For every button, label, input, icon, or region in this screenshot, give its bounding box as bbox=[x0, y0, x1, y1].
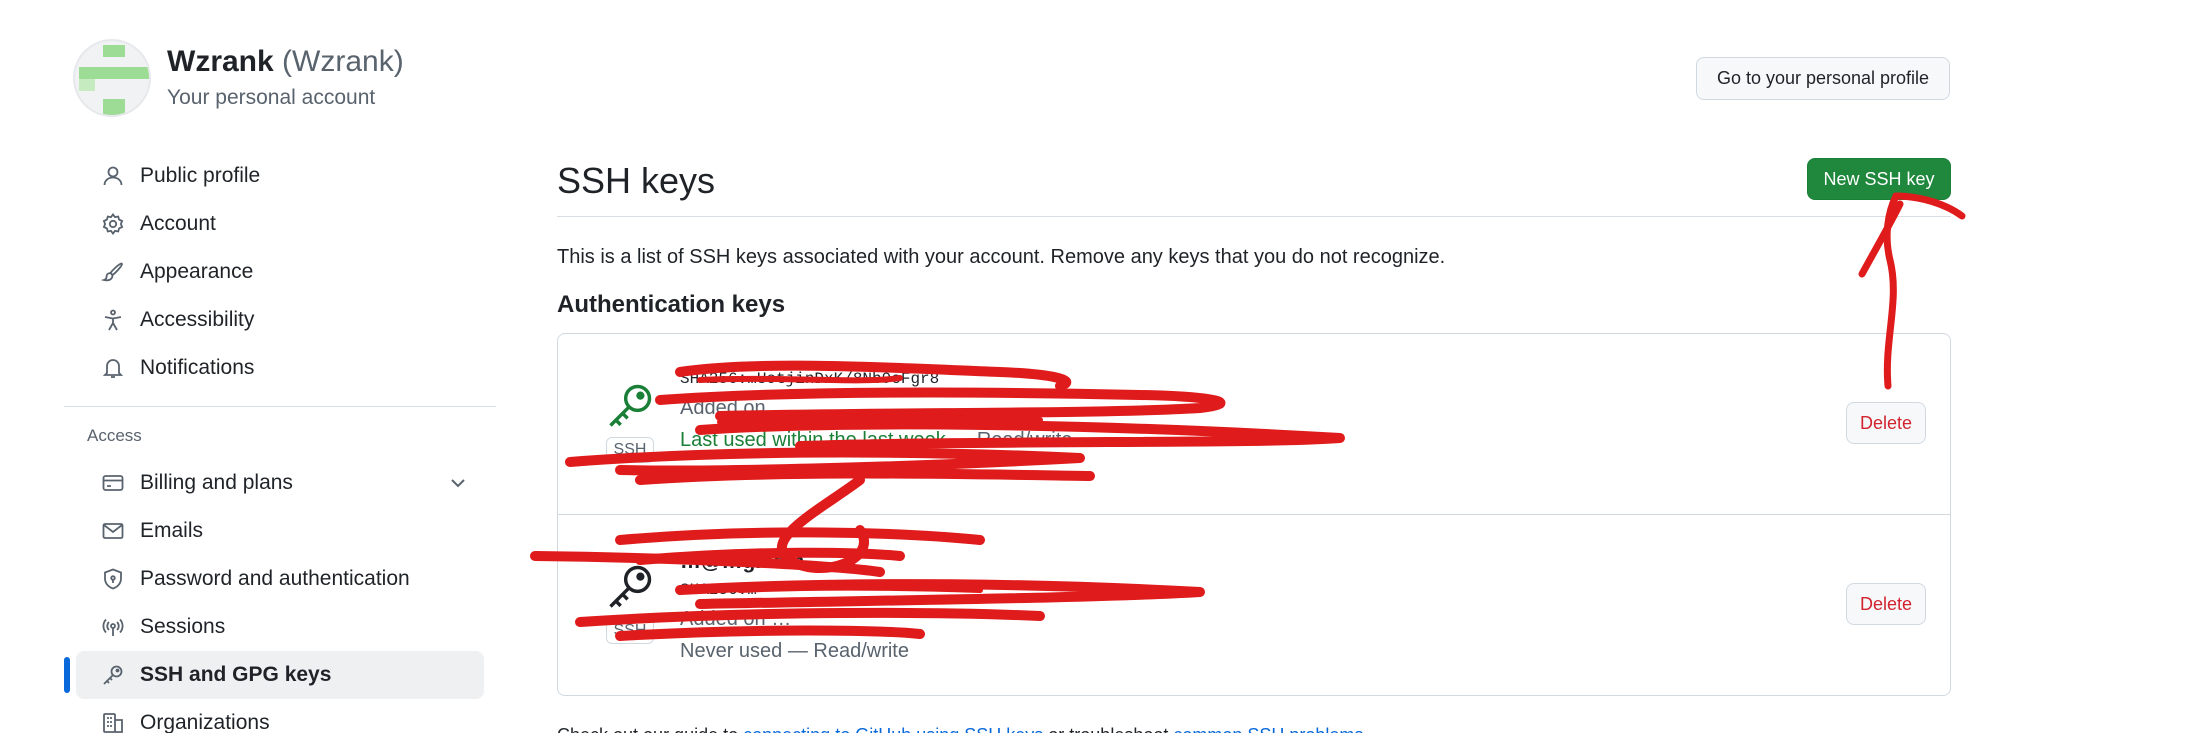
key-details: …@…g.com SHA256:… Added on … Never used … bbox=[680, 547, 909, 667]
person-icon bbox=[100, 163, 126, 189]
sidebar-item-billing[interactable]: Billing and plans bbox=[76, 459, 484, 507]
authentication-keys-heading: Authentication keys bbox=[557, 291, 786, 318]
account-title: Wzrank (Wzrank) bbox=[167, 43, 404, 81]
help-prefix: Check out our guide to bbox=[557, 725, 743, 733]
sidebar-item-ssh-gpg-keys[interactable]: SSH and GPG keys bbox=[64, 651, 484, 699]
account-handle: (Wzrank) bbox=[282, 45, 404, 78]
key-added-date: Added on … bbox=[680, 608, 792, 630]
mail-icon bbox=[100, 518, 126, 544]
account-subtitle: Your personal account bbox=[167, 86, 376, 109]
help-text: Check out our guide to connecting to Git… bbox=[557, 722, 1951, 733]
sidebar-item-appearance[interactable]: Appearance bbox=[76, 248, 484, 296]
key-title: …@…g.com bbox=[680, 550, 805, 573]
account-names: Wzrank (Wzrank) Your personal account bbox=[167, 43, 404, 113]
ssh-badge: SSH bbox=[606, 618, 654, 644]
main-content: SSH keys New SSH key This is a list of S… bbox=[557, 155, 1951, 733]
ssh-key-row: SSH SHA256:…UotjinDxK/8Nb9eFgr8 Added on… bbox=[558, 334, 1950, 515]
page-header: SSH keys New SSH key bbox=[557, 155, 1951, 217]
sidebar-item-label: Notifications bbox=[140, 356, 255, 379]
go-to-profile-button[interactable]: Go to your personal profile bbox=[1696, 57, 1950, 100]
sidebar-item-label: Sessions bbox=[140, 615, 226, 638]
sidebar-item-account[interactable]: Account bbox=[76, 200, 484, 248]
help-suffix: . bbox=[1363, 725, 1368, 733]
key-icon bbox=[100, 662, 126, 688]
sidebar-item-label: SSH and GPG keys bbox=[140, 663, 332, 686]
settings-sidebar: Public profile Account Appearance Access… bbox=[64, 152, 496, 733]
sidebar-item-label: Account bbox=[140, 212, 216, 235]
gear-icon bbox=[100, 211, 126, 237]
delete-key-button[interactable]: Delete bbox=[1846, 583, 1926, 625]
broadcast-icon bbox=[100, 614, 126, 640]
sidebar-item-label: Billing and plans bbox=[140, 471, 293, 494]
delete-key-button[interactable]: Delete bbox=[1846, 402, 1926, 444]
organization-icon bbox=[100, 710, 126, 733]
sidebar-item-public-profile[interactable]: Public profile bbox=[76, 152, 484, 200]
shield-lock-icon bbox=[100, 566, 126, 592]
sidebar-item-label: Organizations bbox=[140, 711, 270, 733]
sidebar-item-password-auth[interactable]: Password and authentication bbox=[76, 555, 484, 603]
account-header: Wzrank (Wzrank) Your personal account bbox=[73, 39, 404, 117]
sidebar-item-sessions[interactable]: Sessions bbox=[76, 603, 484, 651]
bell-icon bbox=[100, 355, 126, 381]
new-ssh-key-button[interactable]: New SSH key bbox=[1807, 158, 1951, 200]
key-icon bbox=[609, 565, 652, 608]
key-access: — Read/write bbox=[945, 429, 1073, 451]
sidebar-item-label: Appearance bbox=[140, 260, 254, 283]
sidebar-item-label: Public profile bbox=[140, 164, 261, 187]
key-usage: Last used within the last week — Read/wr… bbox=[680, 424, 1072, 456]
key-usage: Never used — Read/write bbox=[680, 635, 909, 667]
key-last-used: Last used within the last week bbox=[680, 429, 946, 451]
sidebar-item-organizations[interactable]: Organizations bbox=[76, 699, 484, 733]
sidebar-divider bbox=[64, 406, 496, 407]
page-title: SSH keys bbox=[557, 160, 716, 201]
key-fingerprint: SHA256:…UotjinDxK/8Nb9eFgr8 bbox=[680, 370, 940, 388]
ssh-guide-link[interactable]: connecting to GitHub using SSH keys bbox=[743, 725, 1043, 733]
intro-text: This is a list of SSH keys associated wi… bbox=[557, 246, 1446, 268]
sidebar-item-notifications[interactable]: Notifications bbox=[76, 344, 484, 392]
ssh-badge: SSH bbox=[606, 437, 654, 463]
sidebar-item-accessibility[interactable]: Accessibility bbox=[76, 296, 484, 344]
avatar[interactable] bbox=[73, 39, 151, 117]
key-fingerprint: SHA256:… bbox=[680, 581, 757, 599]
key-details: SHA256:…UotjinDxK/8Nb9eFgr8 Added on … L… bbox=[680, 366, 1072, 456]
ssh-troubleshoot-link[interactable]: common SSH problems bbox=[1173, 725, 1363, 733]
key-added-date: Added on … bbox=[680, 397, 792, 419]
sidebar-item-label: Accessibility bbox=[140, 308, 255, 331]
chevron-down-icon[interactable] bbox=[446, 471, 470, 495]
sidebar-item-emails[interactable]: Emails bbox=[76, 507, 484, 555]
key-access: Never used — Read/write bbox=[680, 640, 909, 662]
credit-card-icon bbox=[100, 470, 126, 496]
sidebar-item-label: Emails bbox=[140, 519, 204, 542]
account-name: Wzrank bbox=[167, 45, 274, 78]
help-middle: or troubleshoot bbox=[1043, 725, 1173, 733]
key-icon bbox=[609, 384, 652, 427]
paintbrush-icon bbox=[100, 259, 126, 285]
sidebar-item-label: Password and authentication bbox=[140, 567, 410, 590]
sidebar-section-access: Access bbox=[87, 426, 142, 445]
ssh-key-list: SSH SHA256:…UotjinDxK/8Nb9eFgr8 Added on… bbox=[557, 333, 1951, 696]
accessibility-icon bbox=[100, 307, 126, 333]
ssh-key-row: SSH …@…g.com SHA256:… Added on … Never u… bbox=[558, 515, 1950, 695]
